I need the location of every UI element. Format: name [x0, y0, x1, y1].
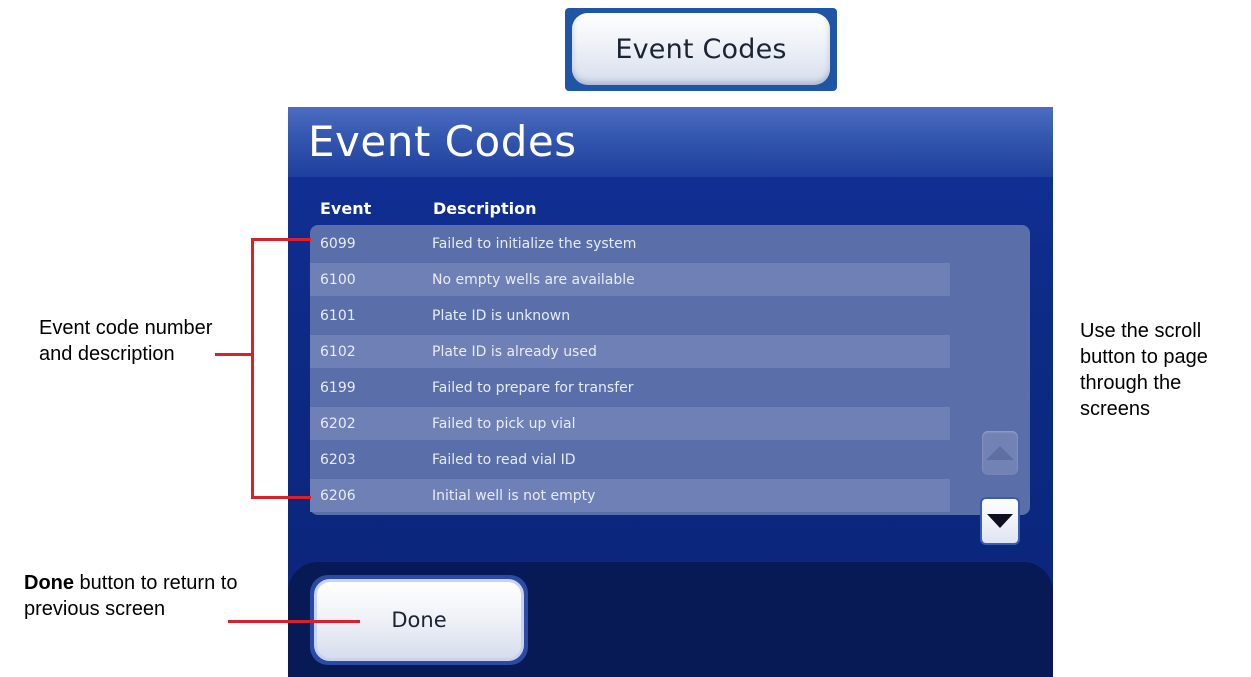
- table-row[interactable]: 6202 Failed to pick up vial: [310, 407, 950, 440]
- column-header-description: Description: [433, 199, 537, 218]
- event-code: 6101: [320, 307, 356, 324]
- event-code: 6206: [320, 487, 356, 504]
- callout-line-left-vertical: [251, 238, 254, 498]
- event-description: Failed to initialize the system: [432, 235, 637, 252]
- column-header-event: Event: [320, 199, 372, 218]
- screen-header: Event Codes: [288, 107, 1053, 177]
- event-description: No empty wells are available: [432, 271, 635, 288]
- scroll-down-button[interactable]: [980, 497, 1020, 545]
- table-row[interactable]: 6101 Plate ID is unknown: [310, 299, 950, 332]
- event-codes-screen: Event Codes Event Description 6099 Faile…: [288, 107, 1053, 677]
- event-code: 6202: [320, 415, 356, 432]
- annotation-done-bold: Done: [24, 572, 74, 594]
- event-description: Failed to read vial ID: [432, 451, 576, 468]
- event-code: 6199: [320, 379, 356, 396]
- annotation-event-code: Event code number and description: [39, 317, 213, 365]
- event-codes-button[interactable]: Event Codes: [572, 13, 830, 85]
- triangle-down-icon: [987, 514, 1013, 528]
- annotation-scroll: Use the scroll button to page through th…: [1080, 320, 1208, 420]
- event-list: 6099 Failed to initialize the system 610…: [310, 225, 1030, 545]
- table-row[interactable]: 6203 Failed to read vial ID: [310, 443, 950, 476]
- event-description: Initial well is not empty: [432, 487, 596, 504]
- event-code: 6100: [320, 271, 356, 288]
- table-row[interactable]: 6102 Plate ID is already used: [310, 335, 950, 368]
- event-codes-button-frame: Event Codes: [565, 8, 837, 91]
- callout-line-top-tick: [251, 238, 311, 241]
- event-code: 6203: [320, 451, 356, 468]
- triangle-up-icon: [986, 446, 1014, 460]
- event-description: Plate ID is already used: [432, 343, 597, 360]
- event-description: Plate ID is unknown: [432, 307, 571, 324]
- page-title: Event Codes: [308, 117, 577, 166]
- event-code: 6099: [320, 235, 356, 252]
- event-description: Failed to pick up vial: [432, 415, 576, 432]
- annotation-done: Done button to return to previous screen: [24, 570, 284, 622]
- callout-line-done: [228, 620, 360, 623]
- table-row[interactable]: 6100 No empty wells are available: [310, 263, 950, 296]
- callout-line-left-horizontal: [215, 353, 253, 356]
- table-row[interactable]: 6199 Failed to prepare for transfer: [310, 371, 950, 404]
- scroll-up-button[interactable]: [982, 431, 1018, 475]
- event-description: Failed to prepare for transfer: [432, 379, 634, 396]
- table-row[interactable]: 6099 Failed to initialize the system: [310, 227, 950, 260]
- table-row[interactable]: 6206 Initial well is not empty: [310, 479, 950, 512]
- callout-line-bottom-tick: [251, 496, 311, 499]
- event-code: 6102: [320, 343, 356, 360]
